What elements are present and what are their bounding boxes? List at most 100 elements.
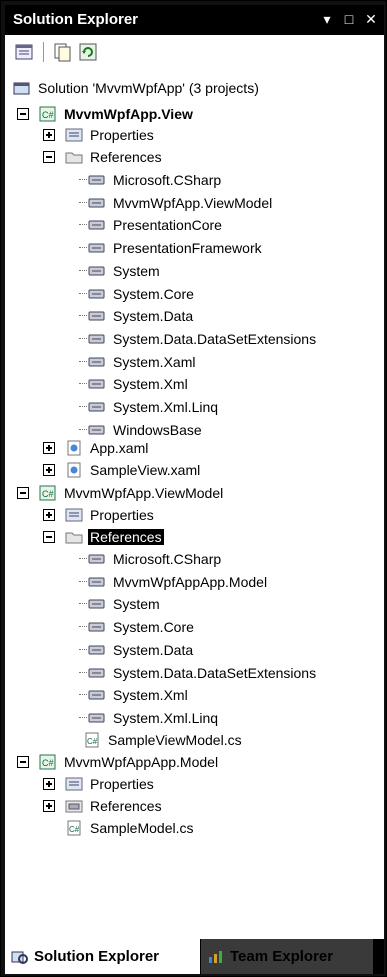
- tree-item-reference[interactable]: MvvmWpfApp.ViewModel: [79, 192, 274, 214]
- properties-folder-icon: [65, 127, 83, 143]
- tree-item-properties[interactable]: Properties: [65, 504, 156, 526]
- solution-explorer-icon: [11, 949, 29, 965]
- tree-item-project-view[interactable]: C# MvvmWpfApp.View: [39, 103, 195, 125]
- assembly-reference-icon: [88, 551, 106, 567]
- tree-connector: [79, 603, 87, 605]
- reference-label: System.Core: [113, 619, 194, 636]
- folder-open-icon: [65, 149, 83, 165]
- toolbar-separator: [43, 42, 44, 62]
- tree-item-references-selected[interactable]: References: [65, 526, 164, 548]
- assembly-reference-icon: [88, 172, 106, 188]
- tree-item-properties[interactable]: Properties: [65, 124, 156, 146]
- properties-folder-icon: [65, 776, 83, 792]
- collapse-view-project-icon[interactable]: [17, 108, 29, 120]
- assembly-reference-icon: [88, 217, 106, 233]
- expand-properties-icon[interactable]: [43, 509, 55, 521]
- reference-label: Microsoft.CSharp: [113, 551, 222, 567]
- xaml-file-icon: [65, 462, 83, 478]
- expand-app-xaml-icon[interactable]: [43, 442, 55, 454]
- tree-item-reference[interactable]: System.Xml.Linq: [79, 396, 220, 418]
- tree-item-references[interactable]: References: [65, 795, 164, 817]
- xaml-file-icon: [65, 440, 83, 456]
- tree-item-reference[interactable]: PresentationFramework: [79, 237, 264, 259]
- tab-label: Team Explorer: [230, 948, 334, 965]
- expand-properties-icon[interactable]: [43, 129, 55, 141]
- tree-item-sample-model-cs[interactable]: C# SampleModel.cs: [65, 817, 196, 839]
- tree-item-reference[interactable]: System.Core: [79, 616, 196, 638]
- assembly-reference-icon: [88, 195, 106, 211]
- folder-open-icon: [65, 529, 83, 545]
- tree-item-sample-viewmodel-cs[interactable]: C# SampleViewModel.cs: [83, 729, 244, 751]
- tree-item-project-viewmodel[interactable]: C# MvvmWpfApp.ViewModel: [39, 482, 225, 504]
- project-label: MvvmWpfApp.View: [64, 106, 193, 122]
- svg-text:C#: C#: [69, 825, 80, 834]
- tree-connector: [79, 292, 87, 295]
- tree-connector: [79, 179, 87, 181]
- solution-explorer-window: Solution Explorer ▾ □ ✕ Solution 'MvvmWp…: [0, 0, 387, 977]
- csharp-project-icon: C#: [39, 106, 57, 122]
- tree-connector: [79, 694, 87, 696]
- assembly-reference-icon: [88, 263, 106, 279]
- assembly-reference-icon: [88, 308, 106, 324]
- tree-item-reference[interactable]: Microsoft.CSharp: [79, 169, 223, 191]
- tree-item-reference[interactable]: System.Xml.Linq: [79, 707, 220, 729]
- assembly-reference-icon: [88, 240, 106, 256]
- references-folder-icon: [65, 798, 83, 814]
- tree-item-reference[interactable]: System.Data: [79, 305, 195, 327]
- svg-text:C#: C#: [87, 737, 98, 746]
- csharp-file-icon: C#: [65, 820, 83, 836]
- properties-icon[interactable]: [13, 41, 35, 63]
- svg-text:C#: C#: [42, 110, 54, 120]
- reference-label: System.Xaml: [113, 353, 196, 370]
- tree-item-properties[interactable]: Properties: [65, 773, 156, 795]
- tab-solution-explorer[interactable]: Solution Explorer: [5, 939, 200, 974]
- collapse-viewmodel-project-icon[interactable]: [17, 487, 29, 499]
- tree-item-reference[interactable]: System.Xml: [79, 373, 190, 395]
- tree-item-references[interactable]: References: [65, 146, 164, 168]
- dropdown-icon[interactable]: ▾: [317, 9, 337, 29]
- reference-label: System.Xml.Linq: [113, 709, 219, 726]
- tree-item-reference[interactable]: System.Data: [79, 639, 195, 661]
- tree-item-reference[interactable]: System.Core: [79, 283, 196, 305]
- tree-item-reference[interactable]: System.Xml: [79, 684, 190, 706]
- properties-label: Properties: [90, 127, 154, 143]
- reference-label: Microsoft.CSharp: [113, 172, 222, 188]
- collapse-references-icon[interactable]: [43, 151, 55, 163]
- tree-item-reference[interactable]: System.Data.DataSetExtensions: [79, 328, 318, 350]
- tree-item-reference[interactable]: Microsoft.CSharp: [79, 548, 223, 570]
- tree-item-project-model[interactable]: C# MvvmWpfAppApp.Model: [39, 751, 220, 773]
- tab-label: Solution Explorer: [34, 948, 160, 965]
- show-all-files-icon[interactable]: [51, 41, 73, 63]
- expand-sample-view-icon[interactable]: [43, 464, 55, 476]
- reference-label: System.Xml: [113, 687, 188, 704]
- tree-item-reference[interactable]: System.Data.DataSetExtensions: [79, 662, 318, 684]
- tree-item-app-xaml[interactable]: App.xaml: [65, 437, 150, 459]
- collapse-references-icon[interactable]: [43, 531, 55, 543]
- tree-item-sample-view-xaml[interactable]: SampleView.xaml: [65, 459, 202, 481]
- close-icon[interactable]: ✕: [361, 9, 381, 29]
- tree-connector: [79, 224, 87, 226]
- reference-label: WindowsBase: [113, 421, 202, 438]
- tab-team-explorer[interactable]: Team Explorer: [201, 939, 373, 974]
- collapse-model-project-icon[interactable]: [17, 756, 29, 768]
- reference-label: System.Data: [113, 308, 194, 325]
- toolbar: [5, 35, 384, 71]
- csharp-project-icon: C#: [39, 485, 57, 501]
- tree-item-solution[interactable]: Solution 'MvvmWpfApp' (3 projects): [13, 77, 261, 99]
- tree-item-reference[interactable]: System: [79, 593, 162, 615]
- tree-connector: [79, 671, 87, 674]
- tree-item-reference[interactable]: PresentationCore: [79, 214, 224, 236]
- tree-connector: [79, 558, 87, 560]
- tree-item-reference[interactable]: MvvmWpfAppApp.Model: [79, 571, 269, 593]
- team-explorer-icon: [207, 949, 225, 965]
- tree-item-reference[interactable]: System: [79, 260, 162, 282]
- expand-properties-icon[interactable]: [43, 778, 55, 790]
- refresh-icon[interactable]: [77, 41, 99, 63]
- assembly-reference-icon: [88, 376, 106, 392]
- solution-label: Solution 'MvvmWpfApp' (3 projects): [38, 80, 259, 96]
- maximize-icon[interactable]: □: [339, 9, 359, 29]
- expand-references-icon[interactable]: [43, 800, 55, 812]
- file-label: SampleViewModel.cs: [108, 732, 242, 748]
- assembly-reference-icon: [88, 574, 106, 590]
- tree-item-reference[interactable]: System.Xaml: [79, 351, 197, 373]
